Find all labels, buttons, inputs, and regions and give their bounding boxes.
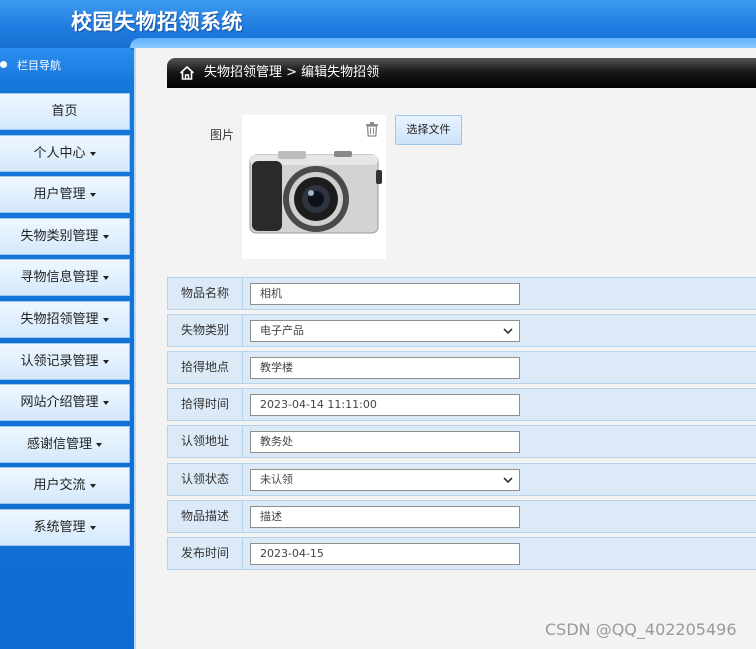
category-select-value: 电子产品 [260,324,304,337]
publish-time-input[interactable]: 2023-04-15 [250,543,520,565]
sidebar-item-label: 认领记录管理 [20,354,99,369]
caret-down-icon [102,234,109,239]
sidebar-item-personal-center[interactable]: 个人中心 [0,135,130,172]
form-row-item-name: 物品名称 相机 [167,277,756,310]
form-row-description: 物品描述 描述 [167,500,756,533]
sidebar-item-label: 感谢信管理 [26,437,92,452]
caret-down-icon [102,400,109,405]
sidebar-item-search-info-management[interactable]: 寻物信息管理 [0,259,130,296]
sidebar-item-lost-found-management[interactable]: 失物招领管理 [0,301,130,338]
home-icon [179,65,195,80]
sidebar-item-label: 个人中心 [33,146,86,161]
caret-down-icon [89,192,96,197]
sidebar-item-label: 用户交流 [33,478,86,493]
chevron-down-icon [503,477,513,484]
breadcrumb: 失物招领管理 > 编辑失物招领 [167,58,756,88]
sidebar-item-user-management[interactable]: 用户管理 [0,176,130,213]
sidebar-item-system-management[interactable]: 系统管理 [0,509,130,546]
sidebar-item-label: 系统管理 [33,520,86,535]
caret-down-icon [102,359,109,364]
sidebar-item-label: 首页 [51,104,78,119]
field-label: 认领状态 [168,464,243,495]
sidebar-item-label: 寻物信息管理 [20,270,99,285]
sidebar-item-site-intro-management[interactable]: 网站介绍管理 [0,384,130,421]
claim-status-select[interactable]: 未认领 [250,469,520,491]
field-label: 认领地址 [168,426,243,457]
sidebar-title: 栏目导航 [17,59,61,72]
choose-file-button[interactable]: 选择文件 [395,115,462,145]
app-title: 校园失物招领系统 [71,10,243,34]
caret-down-icon [102,275,109,280]
breadcrumb-text: 失物招领管理 > 编辑失物招领 [204,65,380,80]
form-row-found-time: 拾得时间 2023-04-14 11:11:00 [167,388,756,421]
found-time-input[interactable]: 2023-04-14 11:11:00 [250,394,520,416]
sidebar-item-label: 网站介绍管理 [20,395,99,410]
sidebar-item-user-communication[interactable]: 用户交流 [0,467,130,504]
field-label: 发布时间 [168,538,243,569]
sidebar-item-label: 失物类别管理 [20,229,99,244]
bullet-icon [0,61,7,68]
form-row-claim-status: 认领状态 未认领 [167,463,756,496]
chevron-down-icon [503,328,513,335]
sidebar: 栏目导航 首页 个人中心 用户管理 失物类别管理 寻物信息管理 失物招领管理 认… [0,48,136,649]
watermark: CSDN @QQ_402205496 [545,620,737,639]
caret-down-icon [102,317,109,322]
category-select[interactable]: 电子产品 [250,320,520,342]
field-label: 失物类别 [168,315,243,346]
sidebar-item-home[interactable]: 首页 [0,93,130,130]
form-row-claim-address: 认领地址 教务处 [167,425,756,458]
description-input[interactable]: 描述 [250,506,520,528]
form-row-found-location: 拾得地点 教学楼 [167,351,756,384]
trash-icon[interactable] [364,121,380,137]
claim-address-input[interactable]: 教务处 [250,431,520,453]
caret-down-icon [89,151,96,156]
found-location-input[interactable]: 教学楼 [250,357,520,379]
caret-down-icon [96,442,102,447]
sidebar-item-label: 失物招领管理 [20,312,99,327]
sidebar-item-label: 用户管理 [33,187,86,202]
sidebar-item-category-management[interactable]: 失物类别管理 [0,218,130,255]
form-row-category: 失物类别 电子产品 [167,314,756,347]
item-name-input[interactable]: 相机 [250,283,520,305]
field-label: 物品描述 [168,501,243,532]
field-label: 物品名称 [168,278,243,309]
claim-status-select-value: 未认领 [260,473,293,486]
app-header: 校园失物招领系统 [0,0,756,48]
item-image-preview [242,115,386,259]
header-band [130,38,756,48]
field-label: 拾得地点 [168,352,243,383]
sidebar-item-claim-record-management[interactable]: 认领记录管理 [0,343,130,380]
sidebar-item-thanks-letter-management[interactable]: 感谢信管理 [0,426,130,463]
caret-down-icon [89,483,96,488]
sidebar-header: 栏目导航 [0,48,134,82]
form-row-publish-time: 发布时间 2023-04-15 [167,537,756,570]
caret-down-icon [89,525,96,530]
image-label: 图片 [210,128,235,142]
field-label: 拾得时间 [168,389,243,420]
